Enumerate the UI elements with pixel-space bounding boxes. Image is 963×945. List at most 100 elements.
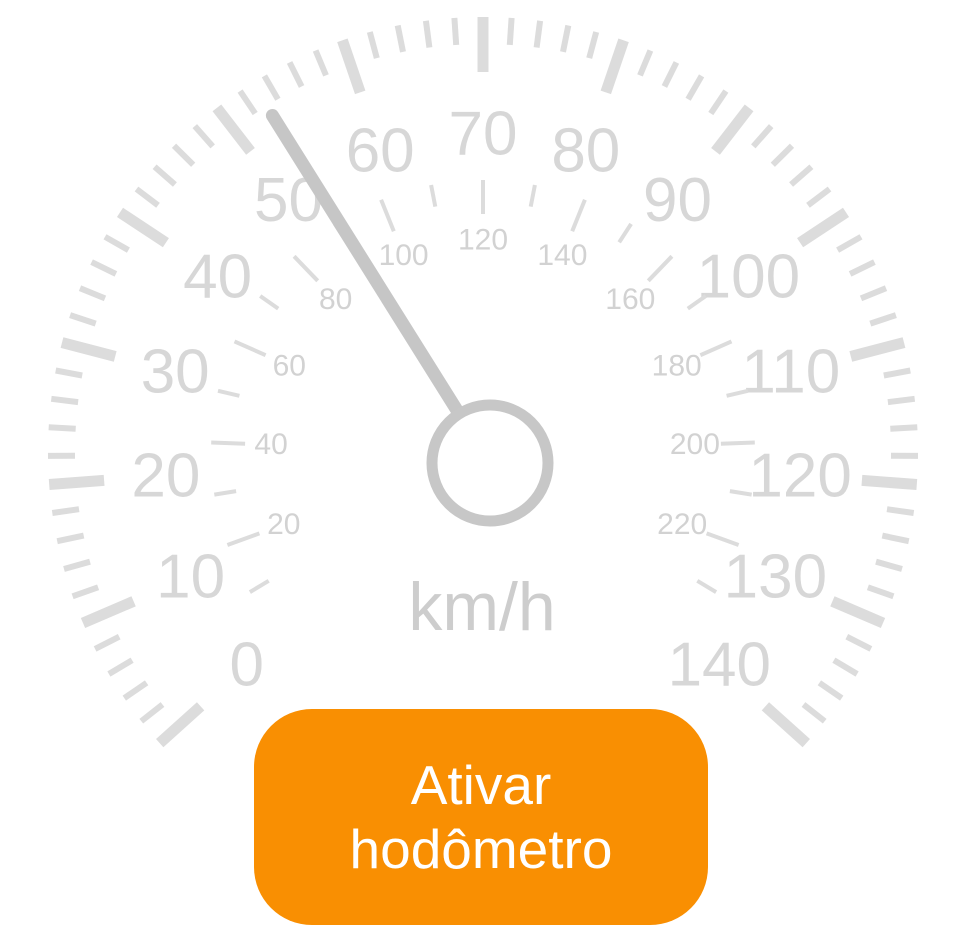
outer-tick	[506, 17, 515, 46]
outer-tick	[830, 596, 886, 629]
outer-tick	[887, 395, 916, 406]
outer-scale-label: 0	[229, 630, 263, 699]
outer-scale-label: 60	[346, 117, 415, 186]
outer-tick	[875, 558, 903, 572]
outer-tick	[806, 186, 832, 208]
outer-tick	[56, 532, 85, 545]
inner-scale-label: 160	[605, 283, 655, 316]
outer-tick	[93, 634, 121, 652]
outer-tick	[560, 24, 572, 53]
outer-tick	[869, 312, 897, 327]
outer-tick	[212, 104, 255, 155]
outer-tick	[711, 104, 754, 155]
outer-scale-label: 100	[697, 242, 800, 311]
inner-scale-label: 200	[670, 428, 720, 461]
inner-tick	[429, 184, 438, 207]
outer-tick	[845, 634, 873, 652]
inner-tick	[233, 339, 267, 358]
outer-tick	[586, 31, 600, 59]
outer-scale-label: 30	[141, 338, 210, 407]
outer-scale-label: 90	[643, 166, 712, 235]
inner-tick	[226, 531, 261, 547]
outer-tick	[637, 49, 654, 77]
inner-scale-label: 20	[267, 508, 300, 541]
outer-tick	[134, 186, 160, 208]
inner-scale-label: 220	[657, 508, 707, 541]
outer-tick	[761, 702, 810, 748]
outer-tick	[859, 285, 888, 302]
outer-tick	[337, 38, 366, 95]
inner-tick	[259, 294, 280, 311]
outer-tick	[366, 31, 380, 59]
outer-tick	[886, 506, 915, 516]
outer-tick	[78, 285, 107, 302]
outer-scale-label: 20	[131, 441, 200, 510]
outer-tick	[103, 234, 130, 253]
outer-scale-label: 140	[668, 630, 771, 699]
outer-scale-label: 120	[748, 441, 851, 510]
inner-scale-label: 100	[379, 239, 429, 272]
outer-scale-label: 40	[183, 242, 252, 311]
outer-tick	[152, 164, 177, 187]
inner-tick	[248, 579, 270, 594]
inner-scale-label: 180	[652, 349, 702, 382]
inner-tick	[646, 254, 674, 283]
outer-tick	[237, 89, 258, 116]
outer-tick	[60, 337, 117, 362]
outer-scale-label: 70	[449, 100, 518, 169]
outer-tick	[122, 680, 149, 701]
inner-tick	[705, 531, 740, 547]
outer-tick	[533, 20, 544, 48]
inner-tick	[570, 199, 587, 233]
outer-tick	[394, 24, 406, 53]
inner-tick	[217, 388, 240, 398]
outer-tick	[286, 61, 305, 88]
activate-odometer-button[interactable]: Ativar hodômetro	[254, 709, 708, 925]
outer-tick	[751, 124, 774, 149]
inner-tick	[292, 254, 320, 283]
outer-tick	[69, 312, 97, 327]
outer-scale-label: 10	[156, 543, 225, 612]
outer-tick	[836, 234, 863, 253]
outer-tick	[48, 424, 76, 432]
outer-tick	[90, 259, 118, 277]
inner-tick	[528, 184, 537, 207]
outer-tick	[600, 38, 629, 95]
outer-tick	[48, 474, 105, 490]
inner-tick	[213, 489, 237, 497]
inner-tick	[617, 222, 633, 244]
needle-hub	[426, 399, 554, 527]
outer-tick	[50, 395, 79, 406]
inner-scale-label: 120	[458, 224, 508, 257]
outer-tick	[80, 596, 136, 629]
outer-tick	[116, 207, 169, 248]
inner-tick	[699, 339, 733, 358]
outer-tick	[789, 164, 814, 187]
inner-tick	[211, 440, 246, 446]
outer-tick	[422, 20, 433, 48]
inner-scale-label: 140	[537, 239, 587, 272]
outer-tick	[708, 89, 729, 116]
outer-tick	[881, 532, 910, 545]
outer-tick	[801, 702, 827, 724]
outer-tick	[51, 506, 80, 516]
outer-tick	[817, 680, 844, 701]
outer-tick	[156, 702, 205, 748]
outer-tick	[770, 143, 795, 167]
outer-tick	[261, 74, 281, 101]
outer-tick	[451, 17, 460, 46]
inner-scale-label: 40	[254, 428, 287, 461]
outer-tick	[139, 702, 165, 724]
outer-tick	[171, 143, 196, 167]
outer-tick	[848, 259, 876, 277]
inner-tick	[696, 579, 718, 594]
unit-label: km/h	[408, 569, 555, 645]
inner-scale-label: 80	[319, 283, 352, 316]
outer-tick	[849, 337, 906, 362]
outer-tick	[832, 657, 859, 677]
outer-tick	[890, 424, 918, 432]
outer-scale-label: 130	[724, 543, 827, 612]
outer-tick	[661, 61, 680, 88]
outer-tick	[55, 367, 83, 379]
inner-tick	[379, 199, 396, 233]
